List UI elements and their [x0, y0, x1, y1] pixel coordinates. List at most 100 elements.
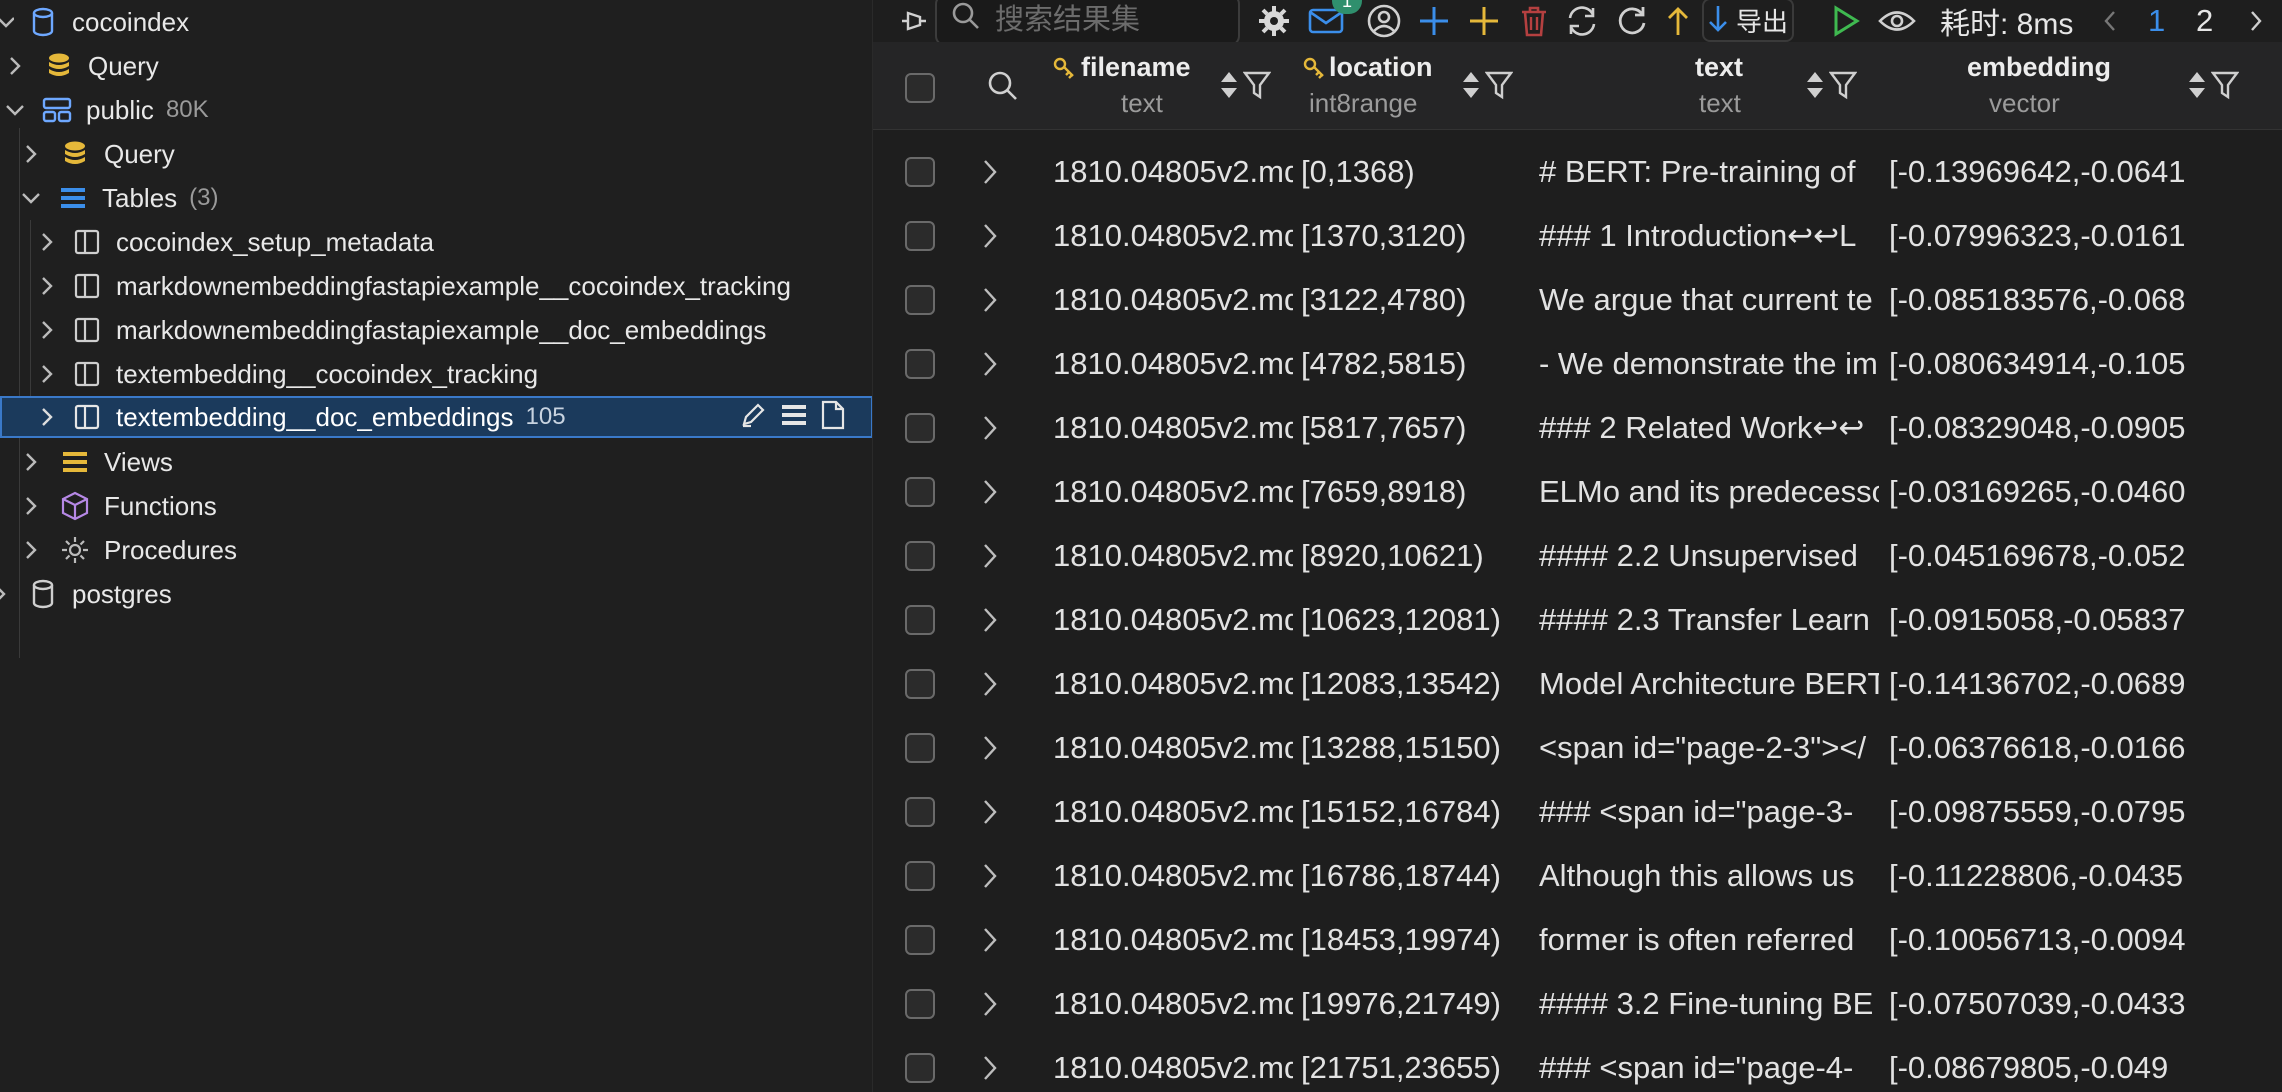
sort-icon[interactable]	[2185, 68, 2211, 102]
list-menu-icon[interactable]	[781, 403, 807, 434]
edit-pencil-icon[interactable]	[739, 401, 767, 436]
cell-text[interactable]: former is often referred	[1539, 908, 1879, 972]
row-checkbox[interactable]	[905, 477, 935, 507]
tree-item-procedures[interactable]: Procedures	[0, 528, 872, 572]
row-checkbox[interactable]	[905, 605, 935, 635]
cell-location[interactable]: [8920,10621)	[1301, 524, 1511, 588]
cell-text[interactable]: Model Architecture BERT	[1539, 652, 1879, 716]
cell-embedding[interactable]: [-0.07507039,-0.0433	[1889, 972, 2282, 1036]
export-button[interactable]: 导出	[1702, 0, 1794, 42]
cell-location[interactable]: [1370,3120)	[1301, 204, 1511, 268]
table-row[interactable]: 1810.04805v2.md [7659,8918) ELMo and its p…	[873, 460, 2282, 524]
cell-location[interactable]: [3122,4780)	[1301, 268, 1511, 332]
cell-embedding[interactable]: [-0.14136702,-0.0689	[1889, 652, 2282, 716]
row-checkbox[interactable]	[905, 541, 935, 571]
tree-item-table[interactable]: markdownembeddingfastapiexample__cocoind…	[0, 264, 872, 308]
cell-text[interactable]: #### 2.2 Unsupervised	[1539, 524, 1879, 588]
page-number-current[interactable]: 1	[2148, 0, 2165, 42]
chevron-right-icon[interactable]	[16, 491, 46, 521]
table-row[interactable]: 1810.04805v2.md [19976,21749) #### 3.2 Fin…	[873, 972, 2282, 1036]
chevron-right-icon[interactable]	[32, 402, 62, 432]
chevron-right-icon[interactable]	[32, 359, 62, 389]
row-expand-chevron-icon[interactable]	[975, 157, 1005, 187]
row-expand-chevron-icon[interactable]	[975, 925, 1005, 955]
tree-item-public[interactable]: public 80K	[0, 88, 872, 132]
cell-filename[interactable]: 1810.04805v2.md	[1053, 204, 1293, 268]
sort-icon[interactable]	[1459, 68, 1485, 102]
result-search-input[interactable]	[995, 3, 1225, 37]
row-expand-chevron-icon[interactable]	[975, 1053, 1005, 1083]
cell-text[interactable]: #### 2.3 Transfer Learn	[1539, 588, 1879, 652]
chevron-right-icon[interactable]	[32, 271, 62, 301]
tree-item-query[interactable]: Query	[0, 44, 872, 88]
column-header-text[interactable]: text text	[1533, 42, 1893, 130]
row-expand-chevron-icon[interactable]	[975, 989, 1005, 1019]
cell-text[interactable]: ### <span id="page-3-	[1539, 780, 1879, 844]
tree-item-table[interactable]: textembedding__cocoindex_tracking	[0, 352, 872, 396]
prev-page-icon[interactable]	[2098, 0, 2122, 42]
cell-embedding[interactable]: [-0.080634914,-0.105	[1889, 332, 2282, 396]
tree-item-table[interactable]: cocoindex_setup_metadata	[0, 220, 872, 264]
cell-location[interactable]: [5817,7657)	[1301, 396, 1511, 460]
ddl-file-icon[interactable]	[821, 400, 845, 437]
cell-location[interactable]: [15152,16784)	[1301, 780, 1511, 844]
chevron-right-icon[interactable]	[32, 227, 62, 257]
page-number-next[interactable]: 2	[2196, 0, 2213, 42]
cell-embedding[interactable]: [-0.13969642,-0.0641	[1889, 140, 2282, 204]
row-checkbox[interactable]	[905, 413, 935, 443]
cell-filename[interactable]: 1810.04805v2.md	[1053, 332, 1293, 396]
chevron-down-icon[interactable]	[16, 183, 46, 213]
cell-text[interactable]: #### 3.2 Fine-tuning BE	[1539, 972, 1879, 1036]
cell-filename[interactable]: 1810.04805v2.md	[1053, 972, 1293, 1036]
cell-location[interactable]: [4782,5815)	[1301, 332, 1511, 396]
table-row[interactable]: 1810.04805v2.md [13288,15150) <span id="pa…	[873, 716, 2282, 780]
run-play-icon[interactable]	[1828, 0, 1864, 42]
cell-filename[interactable]: 1810.04805v2.md	[1053, 716, 1293, 780]
row-expand-chevron-icon[interactable]	[975, 413, 1005, 443]
tree-item-tables[interactable]: Tables (3)	[0, 176, 872, 220]
cell-embedding[interactable]: [-0.11228806,-0.0435	[1889, 844, 2282, 908]
cell-location[interactable]: [21751,23655)	[1301, 1036, 1511, 1092]
table-row[interactable]: 1810.04805v2.md [12083,13542) Model Archit…	[873, 652, 2282, 716]
filter-icon[interactable]	[1484, 70, 1514, 100]
tree-item-postgres[interactable]: postgres	[0, 572, 872, 616]
cell-embedding[interactable]: [-0.06376618,-0.0166	[1889, 716, 2282, 780]
row-checkbox[interactable]	[905, 157, 935, 187]
settings-gear-icon[interactable]	[1256, 0, 1292, 42]
pin-icon[interactable]	[893, 0, 933, 42]
cell-filename[interactable]: 1810.04805v2.md	[1053, 844, 1293, 908]
row-checkbox[interactable]	[905, 861, 935, 891]
row-checkbox[interactable]	[905, 221, 935, 251]
cell-embedding[interactable]: [-0.0915058,-0.05837	[1889, 588, 2282, 652]
cell-text[interactable]: <span id="page-2-3"></	[1539, 716, 1879, 780]
chevron-down-icon[interactable]	[0, 95, 30, 125]
cell-embedding[interactable]: [-0.085183576,-0.068	[1889, 268, 2282, 332]
table-row[interactable]: 1810.04805v2.md [8920,10621) #### 2.2 Unsu…	[873, 524, 2282, 588]
sort-icon[interactable]	[1217, 68, 1243, 102]
row-checkbox[interactable]	[905, 1053, 935, 1083]
table-row[interactable]: 1810.04805v2.md [15152,16784) ### <span id…	[873, 780, 2282, 844]
row-expand-chevron-icon[interactable]	[975, 285, 1005, 315]
next-page-icon[interactable]	[2244, 0, 2268, 42]
cell-filename[interactable]: 1810.04805v2.md	[1053, 268, 1293, 332]
cell-embedding[interactable]: [-0.07996323,-0.0161	[1889, 204, 2282, 268]
row-expand-chevron-icon[interactable]	[975, 669, 1005, 699]
cell-location[interactable]: [19976,21749)	[1301, 972, 1511, 1036]
column-search-icon[interactable]	[987, 70, 1019, 107]
row-expand-chevron-icon[interactable]	[975, 733, 1005, 763]
cell-text[interactable]: ELMo and its predecessor	[1539, 460, 1879, 524]
cell-filename[interactable]: 1810.04805v2.md	[1053, 140, 1293, 204]
table-row[interactable]: 1810.04805v2.md [4782,5815) - We demonstra…	[873, 332, 2282, 396]
row-checkbox[interactable]	[905, 925, 935, 955]
cell-location[interactable]: [12083,13542)	[1301, 652, 1511, 716]
cell-location[interactable]: [16786,18744)	[1301, 844, 1511, 908]
filter-icon[interactable]	[1242, 70, 1272, 100]
select-all-checkbox[interactable]	[905, 73, 935, 103]
tree-item-cocoindex[interactable]: cocoindex	[0, 0, 872, 44]
column-header-filename[interactable]: filename text	[1053, 42, 1298, 130]
row-checkbox[interactable]	[905, 285, 935, 315]
tree-item-public-query[interactable]: Query	[0, 132, 872, 176]
table-row[interactable]: 1810.04805v2.md [18453,19974) former is of…	[873, 908, 2282, 972]
delete-trash-icon[interactable]	[1516, 0, 1552, 42]
sort-icon[interactable]	[1803, 68, 1829, 102]
